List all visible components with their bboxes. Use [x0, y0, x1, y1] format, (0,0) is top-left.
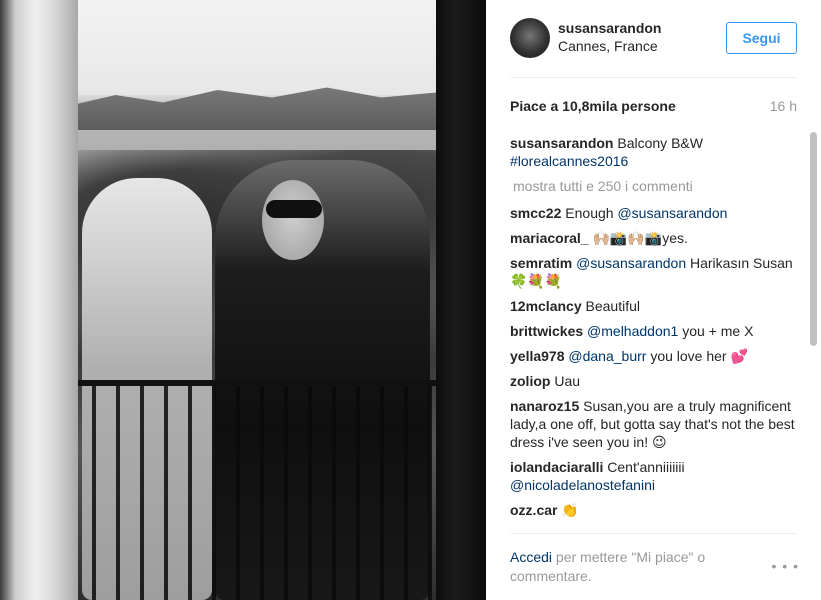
follow-button[interactable]: Segui — [726, 22, 797, 54]
comment-username[interactable]: iolandaciaralli — [510, 459, 603, 475]
comment-text-after: you + me X — [678, 323, 754, 339]
comment-username[interactable]: 12mclancy — [510, 298, 582, 314]
comment-row: brittwickes @melhaddon1 you + me X — [510, 322, 800, 340]
caption: susansarandon Balcony B&W #lorealcannes2… — [510, 134, 800, 170]
post-photo[interactable] — [0, 0, 486, 600]
comment-username[interactable]: nanaroz15 — [510, 398, 579, 414]
comment-mention[interactable]: @dana_burr — [568, 348, 646, 364]
comment-username[interactable]: mariacoral_ — [510, 230, 589, 246]
comment-row: iolandaciaralli Cent'anniiiiiii @nicolad… — [510, 458, 800, 494]
avatar[interactable] — [510, 18, 550, 58]
post-username[interactable]: susansarandon — [558, 20, 661, 36]
comment-text: Cent'anniiiiiii — [603, 459, 685, 475]
comment-row: 12mclancy Beautiful — [510, 297, 800, 315]
scrollbar-thumb[interactable] — [810, 132, 817, 346]
more-options-icon[interactable]: • • • — [772, 558, 799, 574]
comment-text: Enough — [561, 205, 618, 221]
login-prompt: Accedi per mettere "Mi piace" o commenta… — [510, 548, 740, 586]
comments-list[interactable]: susansarandon Balcony B&W #lorealcannes2… — [510, 134, 800, 534]
comment-username[interactable]: smcc22 — [510, 205, 561, 221]
caption-username[interactable]: susansarandon — [510, 135, 613, 151]
comment-mention[interactable]: @susansarandon — [617, 205, 727, 221]
comment-username[interactable]: semratim — [510, 255, 572, 271]
comment-mention[interactable]: @nicoladelanostefanini — [510, 477, 655, 493]
comment-username[interactable]: zoliop — [510, 373, 550, 389]
comment-row: semratim @susansarandon Harikasın Susan🍀… — [510, 254, 800, 290]
photo-sunglasses — [266, 200, 322, 218]
post-side-panel: susansarandon Cannes, France Segui Piace… — [486, 0, 821, 600]
comment-row: ozz.car 👏 — [510, 501, 800, 519]
comment-container: smcc22 Enough @susansarandon mariacoral_ … — [510, 204, 800, 519]
comment-text: Beautiful — [581, 298, 640, 314]
likes-row: Piace a 10,8mila persone 16 h — [510, 98, 797, 118]
photo-face — [262, 180, 324, 260]
comment-row: mariacoral_ 🙌🏼📸🙌🏼📸yes. — [510, 229, 800, 247]
login-link[interactable]: Accedi — [510, 549, 552, 565]
comment-row: zoliop Uau — [510, 372, 800, 390]
comment-text: Uau — [550, 373, 581, 389]
photo-rail-top — [72, 380, 436, 386]
post-footer: Accedi per mettere "Mi piace" o commenta… — [510, 533, 799, 600]
instagram-post-modal: susansarandon Cannes, France Segui Piace… — [0, 0, 821, 600]
post-location[interactable]: Cannes, France — [558, 38, 658, 54]
comment-row: yella978 @dana_burr you love her 💕 — [510, 347, 800, 365]
comment-text: 👏 — [557, 502, 579, 518]
post-time[interactable]: 16 h — [770, 98, 797, 114]
comment-mention[interactable]: @melhaddon1 — [587, 323, 678, 339]
photo-railing — [72, 380, 436, 600]
caption-text: Balcony B&W — [617, 135, 703, 151]
comment-mention[interactable]: @susansarandon — [576, 255, 686, 271]
photo-curtain — [0, 0, 78, 600]
photo-door-frame — [436, 0, 486, 600]
comment-username[interactable]: yella978 — [510, 348, 565, 364]
comments-scrollbar[interactable] — [808, 126, 818, 530]
caption-hashtag[interactable]: #lorealcannes2016 — [510, 153, 628, 169]
likes-count[interactable]: Piace a 10,8mila persone — [510, 98, 676, 114]
show-all-comments-link[interactable]: mostra tutti e 250 i commenti — [510, 177, 800, 195]
photo-sky — [72, 0, 436, 95]
comment-username[interactable]: ozz.car — [510, 502, 557, 518]
comment-username[interactable]: brittwickes — [510, 323, 583, 339]
comment-row: smcc22 Enough @susansarandon — [510, 204, 800, 222]
comment-row: nanaroz15 Susan,you are a truly magnific… — [510, 397, 800, 451]
comment-text: 🙌🏼📸🙌🏼📸yes. — [588, 230, 688, 246]
post-header: susansarandon Cannes, France Segui — [510, 14, 797, 78]
comment-text-after: you love her 💕 — [646, 348, 748, 364]
